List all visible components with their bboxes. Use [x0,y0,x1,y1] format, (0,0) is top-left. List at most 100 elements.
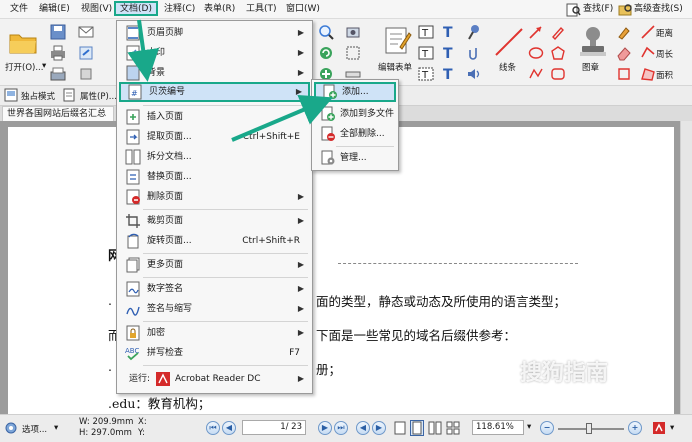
menu-item-bates-numbering[interactable]: # 贝茨编号 ▶ [119,82,310,102]
menu-item-watermark[interactable]: 水印 ▶ [119,43,310,63]
facing-continuous-view-icon[interactable] [446,421,460,435]
menu-item-crop-page[interactable]: 裁剪页面 ▶ [119,211,310,231]
document-tab[interactable]: 世界各国网站后缀名汇总 [2,106,114,121]
next-page-button[interactable]: ▶ [318,421,332,435]
zoom-dropdown-arrow[interactable]: ▾ [527,422,531,432]
area-label[interactable]: 面积 [656,69,673,81]
find-button[interactable]: 查找(F) [583,2,613,17]
menu-item-split-document[interactable]: 拆分文档... [119,147,310,167]
typewriter-icon[interactable]: T [441,24,457,41]
line-tool-icon[interactable] [492,25,526,59]
text-box-icon[interactable]: T [418,45,434,61]
back-button[interactable]: ◀ [356,421,370,435]
callout-icon[interactable]: T [441,45,457,62]
zoom-icon[interactable] [318,24,334,40]
pin-icon[interactable] [466,24,482,40]
menu-item-rotate-page[interactable]: 旋转页面... Ctrl+Shift+R [119,231,310,251]
ellipse-shape-icon[interactable] [528,45,544,61]
menu-item-replace-page[interactable]: 替换页面... [119,167,310,187]
menu-item-digital-signature[interactable]: 数字签名 ▶ [119,279,310,299]
select-icon[interactable] [345,45,361,61]
continuous-view-icon[interactable] [410,420,424,436]
options-button[interactable]: 选项... [22,423,47,435]
cloud-shape-icon[interactable] [550,66,566,82]
open-label[interactable]: 打开(O)... [5,61,43,73]
save-icon[interactable] [50,24,66,40]
exclusive-mode-button[interactable]: 独占模式 [21,90,55,102]
perimeter-label[interactable]: 周长 [656,48,673,60]
last-page-button[interactable]: ⏭ [334,421,348,435]
line-tool-label[interactable]: 线条 [499,61,516,73]
stamp-label[interactable]: 图章 [582,61,599,73]
facing-view-icon[interactable] [428,421,442,435]
menu-item-background[interactable]: 背景 ▶ [119,63,310,83]
pencil-shape-icon[interactable] [550,24,566,41]
email-icon[interactable] [78,24,94,40]
zoom-in-button[interactable]: + [628,421,642,435]
status-dropdown-arrow[interactable]: ▾ [670,423,674,433]
forward-button[interactable]: ▶ [372,421,386,435]
zoom-field[interactable]: 118.61% [472,420,524,435]
eraser-icon[interactable] [616,45,632,61]
rotate-icon[interactable] [318,45,334,61]
perimeter-icon[interactable] [640,45,656,61]
edit-form-icon[interactable] [382,25,412,55]
menu-item-sign-initials[interactable]: 签名与缩写 ▶ [119,299,310,319]
text-field-icon[interactable]: T [418,24,434,40]
options-dropdown-arrow[interactable]: ▾ [54,423,58,433]
textbox-icon[interactable]: T [441,66,457,83]
text-area-icon[interactable]: T [418,66,434,82]
polyline-shape-icon[interactable] [528,66,544,82]
attach-icon[interactable] [466,45,482,61]
open-folder-icon[interactable] [8,27,38,55]
menu-document[interactable]: 文档(D) [114,1,158,16]
page-number-field[interactable]: 1/ 23 [242,420,306,435]
first-page-button[interactable]: ⏮ [206,421,220,435]
menu-window[interactable]: 窗口(W) [282,2,324,17]
advanced-find-button[interactable]: 高级查找(S) [634,2,683,17]
area-icon[interactable] [640,66,656,82]
find-icon[interactable] [566,2,581,17]
snapshot-icon[interactable] [345,24,361,40]
zoom-slider-thumb[interactable] [586,423,592,434]
menu-form[interactable]: 表单(R) [200,2,239,17]
polygon-shape-icon[interactable] [550,45,566,61]
menu-file[interactable]: 文件 [6,2,32,17]
distance-icon[interactable] [640,24,656,40]
menu-edit[interactable]: 编辑(E) [35,2,74,17]
exclusive-mode-icon[interactable] [4,88,18,102]
menu-item-delete-page[interactable]: 删除页面 ▶ [119,187,310,207]
plugin-icon[interactable] [78,66,94,82]
menu-item-encrypt[interactable]: 加密 ▶ [119,323,310,343]
properties-button[interactable]: 属性(P)... [80,90,117,102]
share-icon[interactable] [78,45,94,61]
menu-item-spell-check[interactable]: ABC 拼写检查 F7 [119,343,310,363]
zoom-out-button[interactable]: − [540,421,554,435]
properties-icon[interactable] [63,88,77,102]
menu-item-more-pages[interactable]: 更多页面 ▶ [119,255,310,275]
menu-item-run-external[interactable]: 运行: Acrobat Reader DC ▶ [119,369,310,389]
submenu-item-manage[interactable]: 管理... [314,148,396,168]
sound-icon[interactable] [466,66,482,82]
polygon-fill-icon[interactable] [616,66,632,82]
menu-comment[interactable]: 注释(C) [160,2,199,17]
menu-item-insert-page[interactable]: 插入页面 [119,107,310,127]
vertical-scrollbar[interactable] [680,121,692,414]
single-page-view-icon[interactable] [394,421,406,435]
scan-icon[interactable] [50,66,66,82]
menu-item-extract-page[interactable]: 提取页面... Ctrl+Shift+E [119,127,310,147]
options-icon[interactable] [4,421,18,435]
distance-label[interactable]: 距离 [656,27,673,39]
submenu-item-add[interactable]: 添加... [314,82,396,102]
menu-tools[interactable]: 工具(T) [242,2,281,17]
advanced-find-icon[interactable] [618,2,633,17]
submenu-item-delete-all[interactable]: 全部删除... [314,124,396,144]
submenu-item-add-multiple[interactable]: 添加到多文件 [314,104,396,124]
arrow-shape-icon[interactable] [528,24,544,40]
open-dropdown-arrow[interactable]: ▾ [42,61,46,71]
prev-page-button[interactable]: ◀ [222,421,236,435]
stamp-icon[interactable] [576,24,610,60]
print-icon[interactable] [50,45,66,61]
highlighter-icon[interactable] [616,24,632,40]
edit-form-label[interactable]: 编辑表单 [378,61,412,73]
